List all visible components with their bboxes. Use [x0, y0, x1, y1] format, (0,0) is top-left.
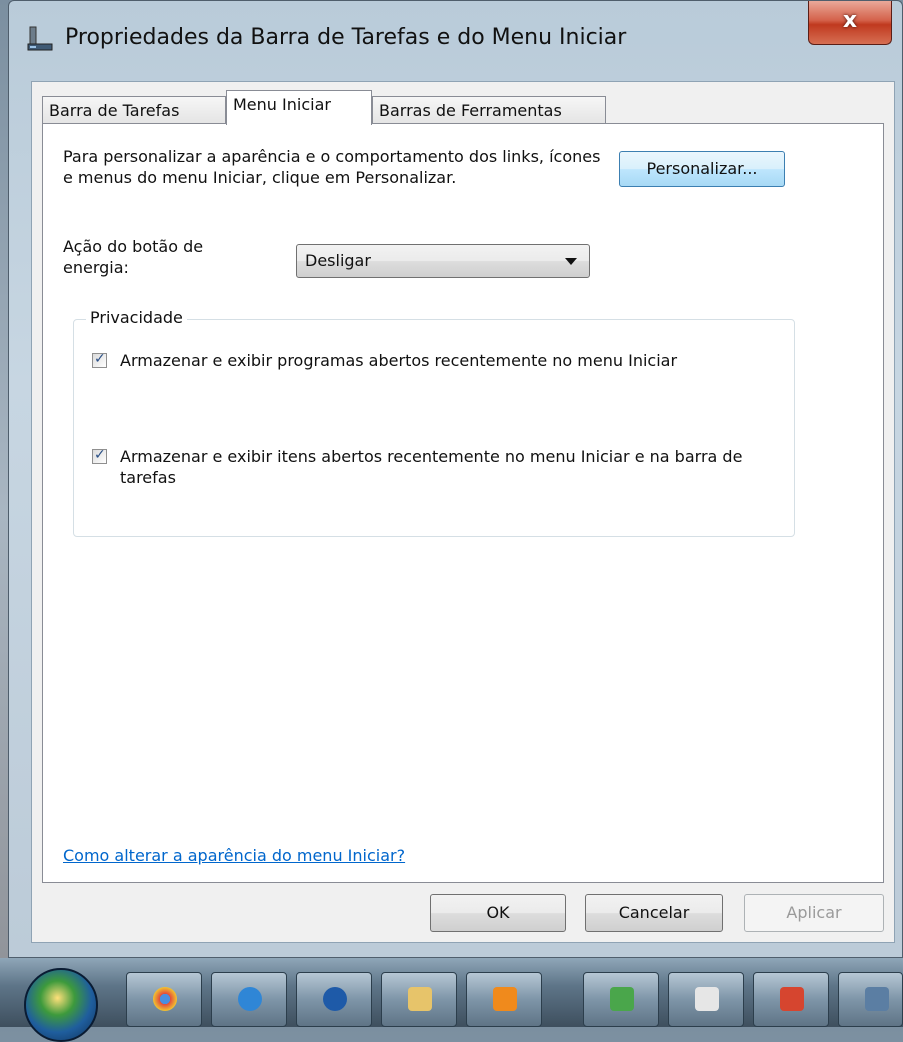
window-title: Propriedades da Barra de Tarefas e do Me…	[65, 25, 627, 50]
taskbar-properties-icon	[27, 26, 53, 51]
tab-menu-iniciar[interactable]: Menu Iniciar	[226, 90, 372, 125]
cancel-button[interactable]: Cancelar	[585, 894, 723, 932]
checkmark-icon: ✓	[94, 447, 106, 463]
description-text: Para personalizar a aparência e o compor…	[63, 147, 601, 187]
dialog-window: Propriedades da Barra de Tarefas e do Me…	[8, 0, 903, 958]
help-link[interactable]: Como alterar a aparência do menu Iniciar…	[63, 846, 405, 865]
media-icon[interactable]	[296, 972, 372, 1027]
checkmark-icon: ✓	[94, 351, 106, 367]
tab-barra-de-tarefas[interactable]: Barra de Tarefas	[42, 96, 226, 124]
privacy-option-programs[interactable]: ✓ Armazenar e exibir programas abertos r…	[92, 350, 772, 394]
chevron-down-icon	[565, 258, 577, 265]
internet-explorer-icon[interactable]	[211, 972, 287, 1027]
taskbar	[0, 958, 903, 1042]
start-orb-icon[interactable]	[24, 968, 98, 1042]
privacy-group: Privacidade ✓ Armazenar e exibir program…	[73, 308, 795, 537]
ok-button[interactable]: OK	[430, 894, 566, 932]
items-checkbox[interactable]: ✓	[92, 447, 107, 464]
network-icon[interactable]	[583, 972, 659, 1027]
title-bar[interactable]: Propriedades da Barra de Tarefas e do Me…	[9, 1, 902, 73]
privacy-group-title: Privacidade	[86, 308, 187, 327]
customize-button[interactable]: Personalizar...	[619, 151, 785, 187]
file-explorer-icon[interactable]	[381, 972, 457, 1027]
orange-app-icon[interactable]	[466, 972, 542, 1027]
power-action-select[interactable]: Desligar	[296, 244, 590, 278]
paint-icon[interactable]	[668, 972, 744, 1027]
chrome-icon[interactable]	[126, 972, 202, 1027]
close-button[interactable]: x	[808, 1, 892, 45]
power-action-value: Desligar	[305, 251, 371, 270]
tab-page-menu-iniciar: Para personalizar a aparência e o compor…	[42, 123, 884, 883]
programs-checkbox[interactable]: ✓	[92, 351, 107, 368]
privacy-option-items[interactable]: ✓ Armazenar e exibir itens abertos recen…	[92, 446, 772, 490]
items-checkbox-label[interactable]: Armazenar e exibir itens abertos recente…	[120, 446, 770, 488]
window-icon[interactable]	[838, 972, 903, 1027]
apply-button[interactable]: Aplicar	[744, 894, 884, 932]
tab-barras-de-ferramentas[interactable]: Barras de Ferramentas	[372, 96, 606, 124]
dialog-body: Barra de Tarefas Menu Iniciar Barras de …	[31, 81, 895, 943]
red-app-icon[interactable]	[753, 972, 829, 1027]
power-button-label: Ação do botão de energia:	[63, 237, 204, 277]
programs-checkbox-label[interactable]: Armazenar e exibir programas abertos rec…	[120, 350, 770, 371]
